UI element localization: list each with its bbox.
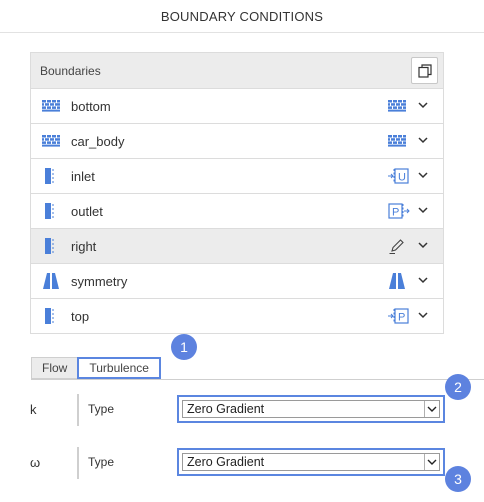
field-divider: [77, 447, 79, 479]
chevron-down-icon: [427, 406, 437, 412]
pressure-inlet-icon: P: [388, 308, 409, 324]
select-value: Zero Gradient: [187, 455, 265, 469]
field-type-label: Type: [88, 455, 115, 469]
symmetry-icon: [43, 273, 59, 289]
boundaries-title: Boundaries: [40, 63, 101, 78]
patch-icon: [45, 203, 54, 219]
callout-badge-1: 1: [171, 334, 197, 360]
boundaries-header: Boundaries: [31, 53, 443, 89]
copy-button[interactable]: [411, 57, 438, 84]
tab-turbulence[interactable]: Turbulence: [77, 357, 161, 379]
pressure-outlet-icon: P: [388, 203, 410, 219]
field-row-omega: ω Type Zero Gradient: [0, 446, 484, 480]
tab-underline: [31, 379, 484, 380]
wall-type-icon: [388, 135, 406, 147]
boundary-row-car-body[interactable]: car_body: [31, 124, 443, 159]
type-letter: P: [392, 207, 399, 219]
boundary-row-bottom[interactable]: bottom: [31, 89, 443, 124]
chevron-down-icon[interactable]: [417, 169, 429, 181]
chevron-down-icon[interactable]: [417, 134, 429, 146]
field-divider: [77, 394, 79, 426]
boundary-row-top[interactable]: top P: [31, 299, 443, 334]
header-divider: [0, 32, 484, 33]
chevron-down-icon[interactable]: [417, 239, 429, 251]
boundary-row-inlet[interactable]: inlet U: [31, 159, 443, 194]
patch-icon: [45, 168, 54, 184]
field-symbol: ω: [30, 455, 41, 470]
boundary-row-right[interactable]: right: [31, 229, 443, 264]
k-type-select[interactable]: Zero Gradient: [177, 395, 445, 423]
panel-title: BOUNDARY CONDITIONS: [160, 8, 324, 24]
field-symbol: k: [30, 402, 37, 417]
field-row-k: k Type Zero Gradient: [0, 393, 484, 427]
copy-icon: [417, 63, 432, 78]
omega-type-select[interactable]: Zero Gradient: [177, 448, 445, 476]
wall-type-icon: [388, 100, 406, 112]
tab-flow[interactable]: Flow: [31, 357, 79, 379]
chevron-down-icon[interactable]: [417, 274, 429, 286]
tab-bar: Flow Turbulence: [31, 357, 161, 379]
boundaries-list: Boundaries bottom car_body inlet U outle…: [30, 52, 444, 334]
wall-grid-icon: [42, 135, 60, 147]
patch-icon: [45, 238, 54, 254]
chevron-down-icon[interactable]: [417, 309, 429, 321]
chevron-down-icon[interactable]: [417, 99, 429, 111]
select-value: Zero Gradient: [187, 402, 265, 416]
boundary-row-outlet[interactable]: outlet P: [31, 194, 443, 229]
symmetry-type-icon: [389, 273, 405, 289]
patch-icon: [45, 308, 54, 324]
pencil-edit-icon[interactable]: [389, 238, 405, 254]
type-letter: P: [398, 312, 405, 324]
boundary-row-symmetry[interactable]: symmetry: [31, 264, 443, 299]
chevron-down-icon[interactable]: [417, 204, 429, 216]
chevron-down-icon: [427, 459, 437, 465]
type-letter: U: [398, 172, 406, 184]
velocity-inlet-icon: U: [388, 168, 409, 184]
wall-grid-icon: [42, 100, 60, 112]
field-type-label: Type: [88, 402, 115, 416]
